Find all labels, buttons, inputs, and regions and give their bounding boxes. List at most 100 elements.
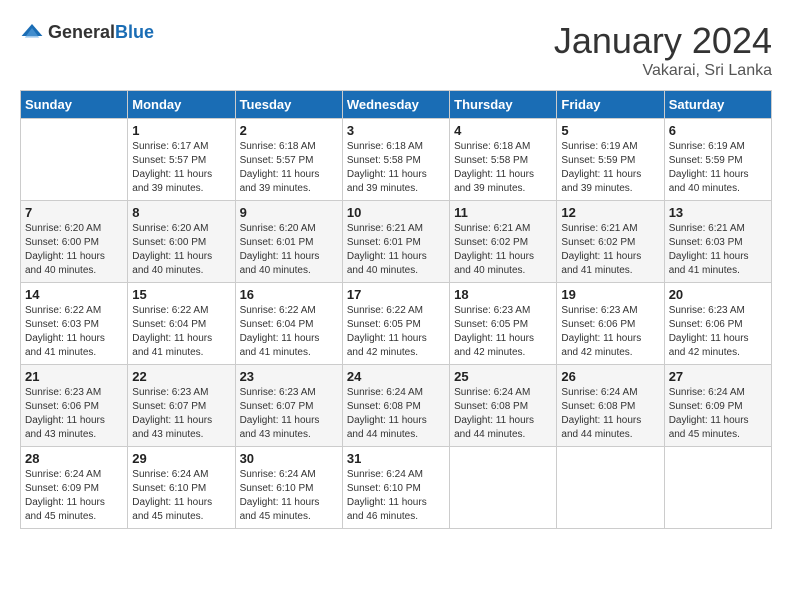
day-cell: 6 Sunrise: 6:19 AMSunset: 5:59 PMDaylight…: [664, 119, 771, 201]
day-number: 28: [25, 451, 123, 466]
day-info: Sunrise: 6:22 AMSunset: 6:04 PMDaylight:…: [132, 304, 230, 360]
day-info: Sunrise: 6:24 AMSunset: 6:10 PMDaylight:…: [347, 468, 445, 524]
day-cell: [21, 119, 128, 201]
day-info: Sunrise: 6:24 AMSunset: 6:09 PMDaylight:…: [25, 468, 123, 524]
logo-general: General: [48, 22, 115, 42]
day-info: Sunrise: 6:21 AMSunset: 6:01 PMDaylight:…: [347, 222, 445, 278]
day-cell: 16 Sunrise: 6:22 AMSunset: 6:04 PMDayligh…: [235, 283, 342, 365]
day-info: Sunrise: 6:24 AMSunset: 6:09 PMDaylight:…: [669, 386, 767, 442]
day-number: 13: [669, 205, 767, 220]
day-cell: 9 Sunrise: 6:20 AMSunset: 6:01 PMDaylight…: [235, 201, 342, 283]
day-number: 17: [347, 287, 445, 302]
day-number: 5: [561, 123, 659, 138]
day-cell: 23 Sunrise: 6:23 AMSunset: 6:07 PMDayligh…: [235, 365, 342, 447]
day-number: 18: [454, 287, 552, 302]
day-cell: 11Sunrise: 6:21 AMSunset: 6:02 PMDayligh…: [450, 201, 557, 283]
day-cell: 8 Sunrise: 6:20 AMSunset: 6:00 PMDaylight…: [128, 201, 235, 283]
day-number: 26: [561, 369, 659, 384]
day-number: 19: [561, 287, 659, 302]
day-info: Sunrise: 6:20 AMSunset: 6:00 PMDaylight:…: [25, 222, 123, 278]
day-cell: 3 Sunrise: 6:18 AMSunset: 5:58 PMDaylight…: [342, 119, 449, 201]
logo-icon: [20, 20, 44, 44]
day-info: Sunrise: 6:21 AMSunset: 6:03 PMDaylight:…: [669, 222, 767, 278]
day-info: Sunrise: 6:22 AMSunset: 6:05 PMDaylight:…: [347, 304, 445, 360]
week-row-5: 28 Sunrise: 6:24 AMSunset: 6:09 PMDayligh…: [21, 447, 772, 529]
day-info: Sunrise: 6:18 AMSunset: 5:58 PMDaylight:…: [347, 140, 445, 196]
day-number: 4: [454, 123, 552, 138]
day-cell: 28 Sunrise: 6:24 AMSunset: 6:09 PMDayligh…: [21, 447, 128, 529]
day-number: 22: [132, 369, 230, 384]
day-cell: 7 Sunrise: 6:20 AMSunset: 6:00 PMDaylight…: [21, 201, 128, 283]
day-number: 29: [132, 451, 230, 466]
week-row-3: 14Sunrise: 6:22 AMSunset: 6:03 PMDayligh…: [21, 283, 772, 365]
day-number: 15: [132, 287, 230, 302]
day-number: 6: [669, 123, 767, 138]
day-number: 3: [347, 123, 445, 138]
day-info: Sunrise: 6:18 AMSunset: 5:57 PMDaylight:…: [240, 140, 338, 196]
day-number: 21: [25, 369, 123, 384]
day-info: Sunrise: 6:23 AMSunset: 6:07 PMDaylight:…: [132, 386, 230, 442]
header-sunday: Sunday: [21, 91, 128, 119]
day-cell: 18 Sunrise: 6:23 AMSunset: 6:05 PMDayligh…: [450, 283, 557, 365]
day-cell: 19 Sunrise: 6:23 AMSunset: 6:06 PMDayligh…: [557, 283, 664, 365]
day-number: 16: [240, 287, 338, 302]
day-info: Sunrise: 6:19 AMSunset: 5:59 PMDaylight:…: [561, 140, 659, 196]
day-cell: 21 Sunrise: 6:23 AMSunset: 6:06 PMDayligh…: [21, 365, 128, 447]
day-info: Sunrise: 6:22 AMSunset: 6:04 PMDaylight:…: [240, 304, 338, 360]
day-number: 24: [347, 369, 445, 384]
header-wednesday: Wednesday: [342, 91, 449, 119]
day-number: 20: [669, 287, 767, 302]
day-cell: 13 Sunrise: 6:21 AMSunset: 6:03 PMDayligh…: [664, 201, 771, 283]
day-number: 27: [669, 369, 767, 384]
day-number: 9: [240, 205, 338, 220]
day-info: Sunrise: 6:24 AMSunset: 6:08 PMDaylight:…: [561, 386, 659, 442]
day-number: 8: [132, 205, 230, 220]
week-row-1: 1 Sunrise: 6:17 AMSunset: 5:57 PMDaylight…: [21, 119, 772, 201]
day-cell: [664, 447, 771, 529]
day-info: Sunrise: 6:21 AMSunset: 6:02 PMDaylight:…: [454, 222, 552, 278]
subtitle: Vakarai, Sri Lanka: [554, 62, 772, 80]
day-info: Sunrise: 6:20 AMSunset: 6:01 PMDaylight:…: [240, 222, 338, 278]
day-info: Sunrise: 6:23 AMSunset: 6:07 PMDaylight:…: [240, 386, 338, 442]
day-info: Sunrise: 6:24 AMSunset: 6:10 PMDaylight:…: [240, 468, 338, 524]
day-info: Sunrise: 6:23 AMSunset: 6:06 PMDaylight:…: [25, 386, 123, 442]
week-row-4: 21 Sunrise: 6:23 AMSunset: 6:06 PMDayligh…: [21, 365, 772, 447]
day-cell: 25 Sunrise: 6:24 AMSunset: 6:08 PMDayligh…: [450, 365, 557, 447]
day-number: 7: [25, 205, 123, 220]
day-info: Sunrise: 6:24 AMSunset: 6:08 PMDaylight:…: [454, 386, 552, 442]
day-cell: 31 Sunrise: 6:24 AMSunset: 6:10 PMDayligh…: [342, 447, 449, 529]
day-number: 10: [347, 205, 445, 220]
day-info: Sunrise: 6:22 AMSunset: 6:03 PMDaylight:…: [25, 304, 123, 360]
day-cell: 15 Sunrise: 6:22 AMSunset: 6:04 PMDayligh…: [128, 283, 235, 365]
day-info: Sunrise: 6:17 AMSunset: 5:57 PMDaylight:…: [132, 140, 230, 196]
day-cell: 5 Sunrise: 6:19 AMSunset: 5:59 PMDaylight…: [557, 119, 664, 201]
day-cell: 20Sunrise: 6:23 AMSunset: 6:06 PMDayligh…: [664, 283, 771, 365]
day-cell: 10 Sunrise: 6:21 AMSunset: 6:01 PMDayligh…: [342, 201, 449, 283]
day-cell: 29Sunrise: 6:24 AMSunset: 6:10 PMDayligh…: [128, 447, 235, 529]
title-section: January 2024 Vakarai, Sri Lanka: [554, 20, 772, 80]
day-info: Sunrise: 6:23 AMSunset: 6:06 PMDaylight:…: [561, 304, 659, 360]
day-info: Sunrise: 6:20 AMSunset: 6:00 PMDaylight:…: [132, 222, 230, 278]
header-thursday: Thursday: [450, 91, 557, 119]
day-number: 1: [132, 123, 230, 138]
day-cell: 17 Sunrise: 6:22 AMSunset: 6:05 PMDayligh…: [342, 283, 449, 365]
day-number: 23: [240, 369, 338, 384]
main-title: January 2024: [554, 20, 772, 62]
day-cell: [450, 447, 557, 529]
day-info: Sunrise: 6:21 AMSunset: 6:02 PMDaylight:…: [561, 222, 659, 278]
calendar-table: SundayMondayTuesdayWednesdayThursdayFrid…: [20, 90, 772, 529]
day-cell: 2 Sunrise: 6:18 AMSunset: 5:57 PMDaylight…: [235, 119, 342, 201]
day-cell: [557, 447, 664, 529]
day-info: Sunrise: 6:19 AMSunset: 5:59 PMDaylight:…: [669, 140, 767, 196]
day-cell: 24Sunrise: 6:24 AMSunset: 6:08 PMDayligh…: [342, 365, 449, 447]
day-number: 25: [454, 369, 552, 384]
day-number: 12: [561, 205, 659, 220]
day-info: Sunrise: 6:23 AMSunset: 6:05 PMDaylight:…: [454, 304, 552, 360]
header-row: SundayMondayTuesdayWednesdayThursdayFrid…: [21, 91, 772, 119]
day-number: 2: [240, 123, 338, 138]
header-tuesday: Tuesday: [235, 91, 342, 119]
day-number: 31: [347, 451, 445, 466]
day-cell: 12 Sunrise: 6:21 AMSunset: 6:02 PMDayligh…: [557, 201, 664, 283]
day-cell: 22 Sunrise: 6:23 AMSunset: 6:07 PMDayligh…: [128, 365, 235, 447]
week-row-2: 7 Sunrise: 6:20 AMSunset: 6:00 PMDaylight…: [21, 201, 772, 283]
